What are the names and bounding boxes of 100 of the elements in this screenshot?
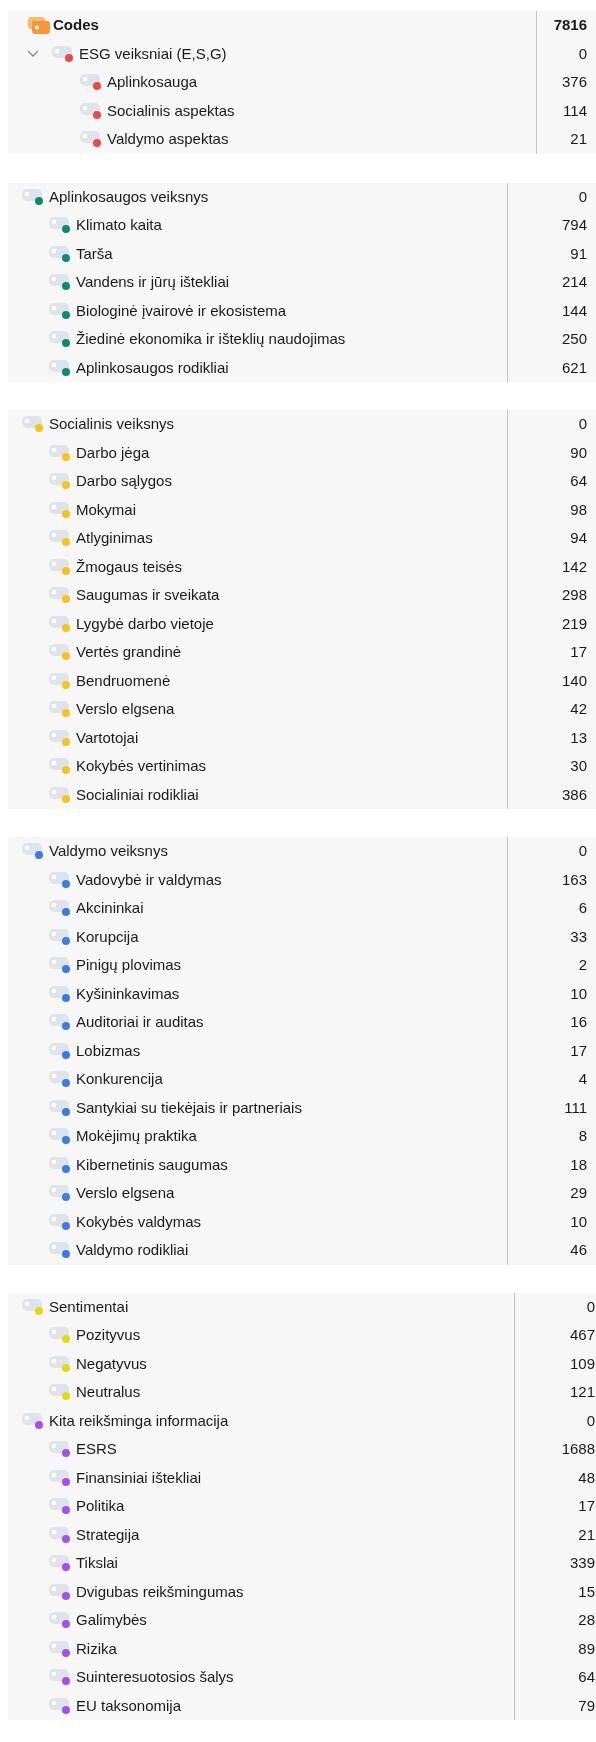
code-label[interactable]: Aplinkosauga [107, 71, 198, 94]
code-label[interactable]: Negatyvus [76, 1352, 147, 1375]
count-label: 16 [570, 1012, 587, 1032]
count-label: 10 [570, 1211, 587, 1232]
count-label: 4 [578, 1069, 587, 1089]
code-label[interactable]: Pinigų plovimas [76, 954, 182, 977]
code-label[interactable]: Tarša [76, 242, 113, 265]
code-label[interactable]: ESG veiksniai (E,S,G) [79, 42, 227, 65]
code-label[interactable]: Vandens ir jūrų ištekliai [76, 271, 230, 294]
code-label[interactable]: Žmogaus teisės [76, 555, 182, 578]
tag-icon [49, 1612, 69, 1625]
count-label: 794 [561, 215, 587, 235]
code-label[interactable]: Verslo elgsena [76, 1182, 175, 1205]
tag-icon [22, 1298, 42, 1311]
code-label[interactable]: Kyšininkavimas [76, 982, 180, 1005]
tag-icon [49, 1469, 69, 1482]
code-label[interactable]: Codes [53, 14, 99, 37]
code-label[interactable]: Socialiniai rodikliai [76, 783, 199, 806]
code-label[interactable]: Mokėjimų praktika [76, 1125, 197, 1148]
code-label[interactable]: Saugumas ir sveikata [76, 584, 220, 607]
count-label: 0 [578, 43, 587, 64]
code-label[interactable]: Neutralus [76, 1381, 141, 1404]
tag-icon [80, 102, 100, 115]
code-label[interactable]: Tikslai [76, 1552, 118, 1575]
code-label[interactable]: Rizika [76, 1637, 117, 1660]
tag-icon [49, 701, 69, 714]
tag-icon [49, 729, 69, 742]
code-label[interactable]: Verslo elgsena [76, 698, 175, 721]
tag-icon [52, 45, 72, 58]
code-label[interactable]: Klimato kaita [76, 214, 162, 237]
count-label: 114 [563, 100, 587, 121]
code-label[interactable]: Socialinis veiksnys [49, 413, 175, 436]
count-label: 7816 [553, 15, 587, 35]
tag-icon [49, 672, 69, 685]
tag-icon [22, 188, 42, 201]
code-label[interactable]: Valdymo veiksnys [49, 840, 168, 863]
count-label: 17 [570, 642, 587, 662]
code-label[interactable]: Konkurencija [76, 1068, 163, 1091]
code-label[interactable]: Pozityvus [76, 1324, 141, 1347]
code-label[interactable]: Atlyginimas [76, 527, 153, 550]
count-label: 214 [561, 272, 587, 292]
tag-icon [49, 1156, 69, 1169]
count-label: 10 [570, 983, 587, 1004]
count-label: 0 [586, 1296, 595, 1317]
code-label[interactable]: Suinteresuotosios šalys [76, 1666, 234, 1689]
count-label: 21 [578, 1524, 595, 1545]
code-label[interactable]: ESRS [76, 1438, 117, 1461]
tag-icon [49, 1128, 69, 1141]
code-label[interactable]: Lygybė darbo vietoje [76, 612, 214, 635]
code-label[interactable]: Vadovybė ir valdymas [76, 868, 222, 891]
code-label[interactable]: Mokymai [76, 498, 136, 521]
code-label[interactable]: Santykiai su tiekėjais ir partneriais [76, 1096, 302, 1119]
tag-icon [49, 274, 69, 287]
count-label: 18 [570, 1154, 587, 1175]
code-label[interactable]: Valdymo rodikliai [76, 1239, 189, 1262]
code-label[interactable]: Dvigubas reikšmingumas [76, 1580, 244, 1603]
tag-icon [49, 1640, 69, 1653]
code-label[interactable]: EU taksonomija [76, 1694, 182, 1717]
code-label[interactable]: Darbo sąlygos [76, 470, 172, 493]
tag-icon [49, 302, 69, 315]
code-label[interactable]: Vertės grandinė [76, 641, 182, 664]
count-label: 376 [561, 72, 587, 92]
code-label[interactable]: Sentimentai [49, 1295, 129, 1318]
code-label[interactable]: Bendruomenė [76, 669, 171, 692]
code-label[interactable]: Aplinkosaugos veiksnys [49, 185, 209, 208]
code-label[interactable]: Lobizmas [76, 1039, 141, 1062]
count-label: 298 [561, 585, 587, 605]
code-label[interactable]: Korupcija [76, 925, 139, 948]
code-label[interactable]: Politika [76, 1495, 125, 1518]
chevron-icon[interactable] [27, 49, 39, 58]
code-label[interactable]: Kokybės valdymas [76, 1210, 202, 1233]
code-label[interactable]: Auditoriai ir auditas [76, 1011, 204, 1034]
code-label[interactable]: Strategija [76, 1523, 140, 1546]
code-label[interactable]: Žiedinė ekonomika ir išteklių naudojimas [76, 328, 346, 351]
count-label: 30 [570, 756, 587, 776]
code-label[interactable]: Kibernetinis saugumas [76, 1153, 228, 1176]
code-label[interactable]: Biologinė įvairovė ir ekosistema [76, 299, 287, 322]
tag-icon [49, 1099, 69, 1112]
tag-icon [49, 1042, 69, 1055]
codes-icon [28, 16, 50, 34]
code-label[interactable]: Akcininkai [76, 897, 144, 920]
code-label[interactable]: Vartotojai [76, 726, 139, 749]
code-label[interactable]: Kita reikšminga informacija [49, 1409, 229, 1432]
tag-icon [49, 444, 69, 457]
tag-icon [49, 1669, 69, 1682]
code-label[interactable]: Finansiniai ištekliai [76, 1466, 202, 1489]
code-label[interactable]: Darbo jėga [76, 441, 150, 464]
count-label: 140 [561, 670, 587, 691]
code-label[interactable]: Aplinkosaugos rodikliai [76, 356, 229, 379]
tag-icon [49, 501, 69, 514]
code-label[interactable]: Kokybės vertinimas [76, 755, 207, 778]
tag-icon [49, 985, 69, 998]
tag-icon [49, 530, 69, 543]
count-label: 89 [578, 1638, 595, 1659]
code-label[interactable]: Socialinis aspektas [107, 99, 235, 122]
tag-icon [49, 1498, 69, 1511]
code-label[interactable]: Valdymo aspektas [107, 128, 229, 151]
code-label[interactable]: Galimybės [76, 1609, 147, 1632]
tag-icon [49, 758, 69, 771]
tag-icon [49, 928, 69, 941]
